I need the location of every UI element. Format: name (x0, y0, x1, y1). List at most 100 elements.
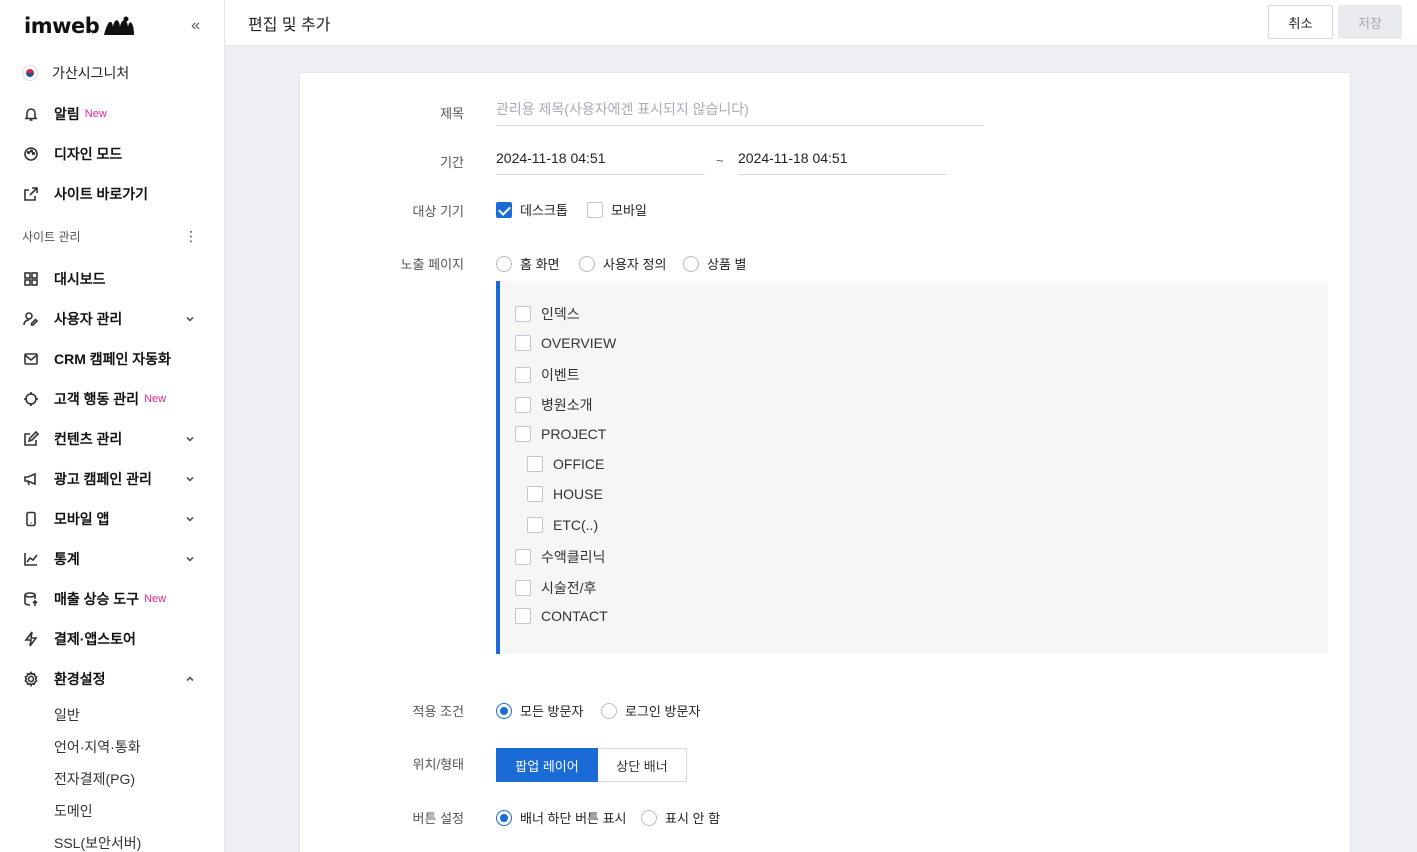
nav-label: 모바일 앱 (54, 511, 110, 527)
site-selector[interactable]: 가산시그니처 (0, 52, 224, 94)
nav-label: 사용자 관리 (54, 311, 123, 327)
page-checkbox[interactable] (527, 486, 543, 502)
cancel-button[interactable]: 취소 (1268, 5, 1333, 39)
page-label: 수액클리닉 (541, 549, 606, 565)
nav-item-user-management[interactable]: 사용자 관리 (0, 299, 224, 339)
new-badge: New (84, 108, 107, 120)
nav-item-design-mode[interactable]: 디자인 모드 (0, 134, 224, 174)
condition-login-option[interactable]: 로그인 방문자 (601, 701, 700, 720)
custom-radio[interactable] (579, 255, 595, 272)
sub-item-payment-gateway[interactable]: 전자결제(PG) (0, 763, 224, 795)
bell-icon (22, 105, 40, 123)
show-button-radio[interactable] (496, 809, 512, 826)
page-item-iv-clinic[interactable]: 수액클리닉 (515, 547, 605, 567)
chevron-up-icon[interactable] (184, 672, 198, 686)
page-item-house[interactable]: HOUSE (527, 486, 603, 502)
nav-item-settings[interactable]: 환경설정 (0, 659, 224, 699)
top-banner-button[interactable]: 상단 배너 (598, 748, 687, 782)
nav-item-mobile-app[interactable]: 모바일 앱 (0, 499, 224, 539)
new-badge: New (144, 593, 167, 605)
chevron-down-icon[interactable] (184, 472, 198, 486)
page-item-project[interactable]: PROJECT (515, 426, 606, 442)
site-name: 가산시그니처 (52, 65, 130, 81)
popup-layer-button[interactable]: 팝업 레이어 (496, 748, 598, 782)
page-checkbox[interactable] (527, 517, 543, 533)
show-button-label: 배너 하단 버튼 표시 (520, 811, 627, 826)
mobile-checkbox-option[interactable]: 모바일 (587, 200, 647, 219)
nav-item-dashboard[interactable]: 대시보드 (0, 259, 224, 299)
page-item-before-after[interactable]: 시술전/후 (515, 578, 596, 598)
position-label: 위치/형태 (412, 757, 464, 772)
desktop-label: 데스크톱 (520, 203, 568, 218)
double-chevron-left-icon[interactable]: « (191, 17, 200, 35)
mobile-checkbox[interactable] (587, 201, 603, 218)
page-checkbox[interactable] (515, 367, 531, 383)
save-button[interactable]: 저장 (1338, 5, 1402, 39)
nav-label: 환경설정 (54, 671, 106, 687)
page-checkbox[interactable] (527, 456, 543, 472)
page-checkbox[interactable] (515, 306, 531, 322)
external-link-icon (22, 185, 40, 203)
page-label: 병원소개 (541, 397, 593, 413)
page-item-contact[interactable]: CONTACT (515, 608, 608, 624)
period-start-input[interactable]: 2024-11-18 04:51 (496, 147, 705, 175)
nav-item-sales-tools[interactable]: 매출 상승 도구 New (0, 579, 224, 619)
chevron-down-icon[interactable] (184, 552, 198, 566)
page-label: OVERVIEW (541, 335, 617, 351)
desktop-checkbox[interactable] (496, 201, 512, 218)
home-label: 홈 화면 (520, 257, 560, 272)
button-hide-option[interactable]: 표시 안 함 (641, 808, 720, 827)
page-item-index[interactable]: 인덱스 (515, 304, 580, 324)
page-item-etc[interactable]: ETC(..) (527, 517, 598, 533)
megaphone-icon (22, 470, 40, 488)
condition-all-option[interactable]: 모든 방문자 (496, 701, 583, 720)
page-checkbox[interactable] (515, 580, 531, 596)
nav-label: 사이트 바로가기 (54, 186, 149, 202)
sub-item-ssl[interactable]: SSL(보안서버) (0, 827, 224, 852)
condition-label: 적용 조건 (412, 704, 464, 719)
nav-item-statistics[interactable]: 통계 (0, 539, 224, 579)
page-item-overview[interactable]: OVERVIEW (515, 335, 616, 351)
chevron-down-icon[interactable] (184, 512, 198, 526)
page-checkbox[interactable] (515, 549, 531, 565)
nav-item-ad-campaign[interactable]: 광고 캠페인 관리 (0, 459, 224, 499)
section-header: 사이트 관리 ⋮ (0, 214, 224, 259)
sub-item-general[interactable]: 일반 (0, 699, 224, 731)
more-vertical-icon[interactable]: ⋮ (184, 228, 202, 245)
login-visitors-radio[interactable] (601, 702, 617, 719)
page-item-about[interactable]: 병원소개 (515, 395, 593, 415)
chevron-down-icon[interactable] (184, 432, 198, 446)
nav-item-payment-appstore[interactable]: 결제·앱스토어 (0, 619, 224, 659)
period-end-input[interactable]: 2024-11-18 04:51 (738, 147, 946, 175)
exposure-product-option[interactable]: 상품 별 (683, 254, 747, 273)
home-radio[interactable] (496, 255, 512, 272)
exposure-custom-option[interactable]: 사용자 정의 (579, 254, 666, 273)
nav-item-visit-site[interactable]: 사이트 바로가기 (0, 174, 224, 214)
nav-item-content[interactable]: 컨텐츠 관리 (0, 419, 224, 459)
page-item-office[interactable]: OFFICE (527, 456, 604, 472)
page-label: HOUSE (553, 486, 603, 502)
page-checkbox[interactable] (515, 397, 531, 413)
nav-item-customer-behavior[interactable]: 고객 행동 관리 New (0, 379, 224, 419)
page-item-event[interactable]: 이벤트 (515, 365, 580, 385)
nav-item-crm[interactable]: CRM 캠페인 자동화 (0, 339, 224, 379)
page-checkbox[interactable] (515, 335, 531, 351)
hide-button-radio[interactable] (641, 809, 657, 826)
product-radio[interactable] (683, 255, 699, 272)
sub-item-domain[interactable]: 도메인 (0, 795, 224, 827)
imweb-logo[interactable]: imweb (24, 14, 136, 38)
exposure-home-option[interactable]: 홈 화면 (496, 254, 560, 273)
nav-label: CRM 캠페인 자동화 (54, 351, 171, 367)
title-input[interactable]: 관리용 제목(사용자에겐 표시되지 않습니다) (496, 98, 983, 126)
page-checkbox[interactable] (515, 608, 531, 624)
all-visitors-radio[interactable] (496, 702, 512, 719)
page-label: CONTACT (541, 608, 608, 624)
page-checkbox[interactable] (515, 426, 531, 442)
desktop-checkbox-option[interactable]: 데스크톱 (496, 200, 568, 219)
chevron-down-icon[interactable] (184, 312, 198, 326)
bolt-icon (22, 630, 40, 648)
nav-label: 결제·앱스토어 (54, 631, 136, 647)
nav-item-alerts[interactable]: 알림 New (0, 94, 224, 134)
sub-item-language-region[interactable]: 언어·지역·통화 (0, 731, 224, 763)
button-show-option[interactable]: 배너 하단 버튼 표시 (496, 808, 627, 827)
